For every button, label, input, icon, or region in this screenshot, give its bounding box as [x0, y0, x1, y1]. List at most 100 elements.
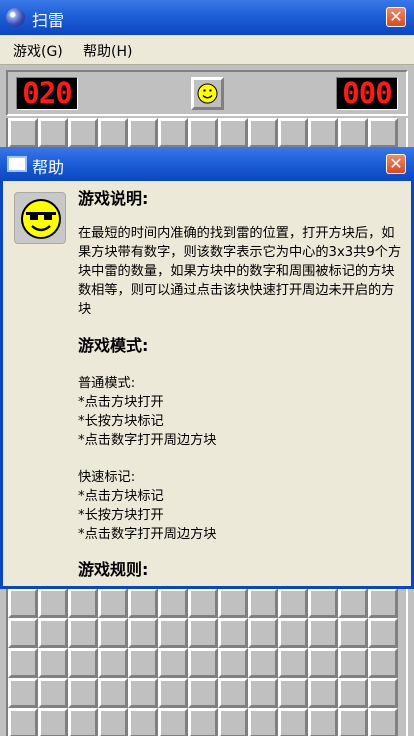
mine-cell[interactable]	[8, 678, 38, 708]
mine-cell[interactable]	[38, 588, 68, 618]
mine-cell[interactable]	[128, 618, 158, 648]
mine-cell[interactable]	[308, 618, 338, 648]
mine-cell[interactable]	[68, 708, 98, 736]
mine-cell[interactable]	[308, 678, 338, 708]
mine-cell[interactable]	[308, 648, 338, 678]
window-close-button[interactable]: ✕	[386, 7, 406, 27]
smiley-face-icon	[197, 83, 218, 104]
mine-cell[interactable]	[368, 648, 398, 678]
mine-cell[interactable]	[38, 118, 68, 148]
mine-cell[interactable]	[278, 618, 308, 648]
mine-cell[interactable]	[218, 648, 248, 678]
mine-cell[interactable]	[218, 708, 248, 736]
mine-cell[interactable]	[338, 588, 368, 618]
mine-cell[interactable]	[98, 618, 128, 648]
window-title: 扫雷	[32, 11, 65, 30]
mine-cell[interactable]	[218, 118, 248, 148]
mine-cell[interactable]	[68, 618, 98, 648]
mine-cell[interactable]	[8, 648, 38, 678]
mine-cell[interactable]	[128, 588, 158, 618]
help-titlebar: 帮助 ✕	[0, 147, 414, 181]
mine-cell[interactable]	[308, 118, 338, 148]
modes-heading: 游戏模式:	[78, 336, 149, 355]
mine-cell[interactable]	[278, 678, 308, 708]
help-title: 帮助	[32, 158, 65, 177]
fast-mark-mode-text: 快速标记: *点击方块标记 *长按方块打开 *点击数字打开周边方块	[78, 470, 217, 542]
mine-cell[interactable]	[278, 588, 308, 618]
mine-cell[interactable]	[188, 618, 218, 648]
sunglasses-face-icon	[14, 192, 66, 244]
mine-cell[interactable]	[68, 588, 98, 618]
mine-cell[interactable]	[128, 678, 158, 708]
mine-cell[interactable]	[278, 648, 308, 678]
menu-help[interactable]: 帮助(H)	[83, 41, 132, 61]
mine-cell[interactable]	[98, 678, 128, 708]
help-dialog: 帮助 ✕ 游戏说明: 在最短的时间内准确的找到雷的位置，打开方块后，如果方块带有…	[0, 147, 414, 589]
mine-cell[interactable]	[338, 648, 368, 678]
menu-game[interactable]: 游戏(G)	[13, 41, 63, 61]
mine-cell[interactable]	[158, 588, 188, 618]
description-body: 在最短的时间内准确的找到雷的位置，打开方块后，如果方块带有数字，则该数字表示它为…	[78, 226, 402, 317]
mine-cell[interactable]	[338, 618, 368, 648]
mine-cell[interactable]	[308, 708, 338, 736]
mine-cell[interactable]	[188, 588, 218, 618]
mine-cell[interactable]	[98, 588, 128, 618]
window-icon	[7, 156, 27, 172]
mine-cell[interactable]	[188, 648, 218, 678]
mine-cell[interactable]	[278, 708, 308, 736]
mine-cell[interactable]	[368, 588, 398, 618]
mine-cell[interactable]	[158, 708, 188, 736]
new-game-smiley-button[interactable]	[191, 77, 224, 110]
mine-cell[interactable]	[368, 678, 398, 708]
mine-cell[interactable]	[98, 708, 128, 736]
mine-cell[interactable]	[38, 678, 68, 708]
mine-cell[interactable]	[248, 618, 278, 648]
mine-cell[interactable]	[188, 678, 218, 708]
mine-cell[interactable]	[368, 708, 398, 736]
rules-heading: 游戏规则:	[78, 560, 149, 579]
mine-cell[interactable]	[158, 618, 188, 648]
minesweeper-app-icon	[6, 8, 25, 27]
mine-cell[interactable]	[128, 118, 158, 148]
mine-cell[interactable]	[248, 708, 278, 736]
mine-cell[interactable]	[218, 588, 248, 618]
mine-cell[interactable]	[368, 618, 398, 648]
mine-cell[interactable]	[188, 118, 218, 148]
mine-cell[interactable]	[8, 588, 38, 618]
mine-cell[interactable]	[68, 678, 98, 708]
mine-cell[interactable]	[278, 118, 308, 148]
mine-cell[interactable]	[8, 618, 38, 648]
mine-cell[interactable]	[338, 118, 368, 148]
mine-cell[interactable]	[38, 708, 68, 736]
mine-cell[interactable]	[68, 648, 98, 678]
mine-cell[interactable]	[68, 118, 98, 148]
mine-cell[interactable]	[38, 648, 68, 678]
mine-cell[interactable]	[8, 118, 38, 148]
menu-bar: 游戏(G) 帮助(H)	[0, 35, 414, 65]
mine-cell[interactable]	[158, 678, 188, 708]
mine-cell[interactable]	[218, 618, 248, 648]
help-close-button[interactable]: ✕	[386, 154, 406, 174]
mine-cell[interactable]	[38, 618, 68, 648]
status-panel: 020 000	[6, 70, 408, 116]
mine-cell[interactable]	[128, 708, 158, 736]
normal-mode-text: 普通模式: *点击方块打开 *长按方块标记 *点击数字打开周边方块	[78, 376, 217, 448]
mine-cell[interactable]	[98, 648, 128, 678]
mine-cell[interactable]	[248, 588, 278, 618]
mine-cell[interactable]	[218, 678, 248, 708]
minefield-bottom	[6, 588, 408, 736]
mine-cell[interactable]	[158, 648, 188, 678]
mine-cell[interactable]	[128, 648, 158, 678]
mine-cell[interactable]	[158, 118, 188, 148]
mine-cell[interactable]	[308, 588, 338, 618]
mine-cell[interactable]	[248, 678, 278, 708]
mine-cell[interactable]	[98, 118, 128, 148]
mine-cell[interactable]	[338, 708, 368, 736]
mine-cell[interactable]	[248, 118, 278, 148]
mine-cell[interactable]	[338, 678, 368, 708]
cool-face-icon	[21, 199, 61, 239]
mine-cell[interactable]	[8, 708, 38, 736]
mine-cell[interactable]	[248, 648, 278, 678]
mine-cell[interactable]	[188, 708, 218, 736]
mine-cell[interactable]	[368, 118, 398, 148]
